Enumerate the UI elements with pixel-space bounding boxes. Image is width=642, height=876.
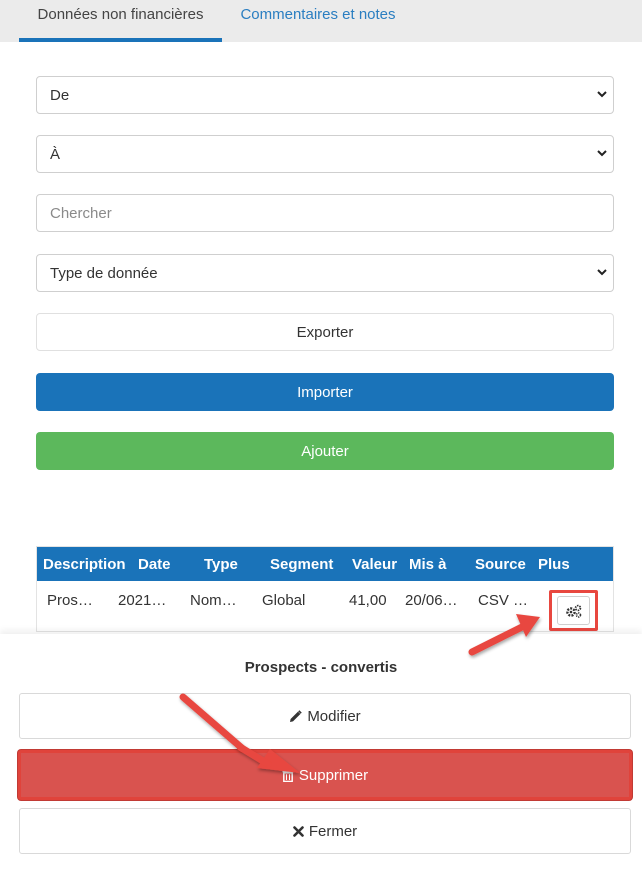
data-type-select[interactable]: Type de donnée xyxy=(36,254,614,292)
cell-date: 2021… xyxy=(118,592,167,609)
tabs-bar: Données non financières Commentaires et … xyxy=(0,0,642,42)
row-actions-button[interactable] xyxy=(549,590,598,631)
to-select[interactable]: À xyxy=(36,135,614,173)
tab-non-financial-data[interactable]: Données non financières xyxy=(19,0,222,42)
import-button[interactable]: Importer xyxy=(36,373,614,411)
cell-description: Pros… xyxy=(47,592,93,609)
header-source: Source xyxy=(475,555,526,573)
modify-button[interactable]: Modifier xyxy=(19,693,631,739)
to-select-value: À xyxy=(50,145,61,163)
table-row[interactable]: Pros… 2021… Nom… Global 41,00 20/06… CSV… xyxy=(37,581,613,631)
chevron-down-icon xyxy=(597,150,607,157)
header-more: Plus xyxy=(538,555,570,573)
close-icon xyxy=(293,825,304,837)
cell-segment: Global xyxy=(262,592,306,609)
close-button[interactable]: Fermer xyxy=(19,808,631,854)
modify-label: Modifier xyxy=(307,707,361,725)
header-value: Valeur xyxy=(352,555,398,573)
from-select-value: De xyxy=(50,86,70,104)
cell-source: CSV … xyxy=(478,592,529,609)
import-label: Importer xyxy=(297,383,353,401)
export-label: Exporter xyxy=(296,323,354,341)
cell-value: 41,00 xyxy=(349,592,387,609)
data-type-select-value: Type de donnée xyxy=(50,264,158,282)
row-actions-inner xyxy=(557,596,590,625)
search-input[interactable] xyxy=(50,195,613,231)
trash-icon xyxy=(282,768,294,782)
header-updated: Mis à xyxy=(409,555,447,573)
search-field[interactable] xyxy=(36,194,614,232)
action-sheet-title: Prospects - convertis xyxy=(244,659,398,676)
tab-comments-notes[interactable]: Commentaires et notes xyxy=(222,0,414,42)
chevron-down-icon xyxy=(597,269,607,276)
delete-label: Supprimer xyxy=(298,766,369,784)
header-type: Type xyxy=(204,555,238,573)
header-date: Date xyxy=(138,555,171,573)
gears-icon xyxy=(565,604,581,618)
table-header: Description Date Type Segment Valeur Mis… xyxy=(37,547,613,581)
cell-updated: 20/06… xyxy=(405,592,458,609)
chevron-down-icon xyxy=(597,91,607,98)
tab-label: Données non financières xyxy=(37,6,204,23)
from-select[interactable]: De xyxy=(36,76,614,114)
cell-type: Nom… xyxy=(190,592,237,609)
tab-label: Commentaires et notes xyxy=(240,6,396,23)
pencil-icon xyxy=(290,709,303,722)
export-button[interactable]: Exporter xyxy=(36,313,614,351)
add-label: Ajouter xyxy=(301,442,349,460)
header-segment: Segment xyxy=(270,555,334,573)
add-button[interactable]: Ajouter xyxy=(36,432,614,470)
close-label: Fermer xyxy=(308,822,358,840)
data-table: Description Date Type Segment Valeur Mis… xyxy=(36,546,614,632)
header-description: Description xyxy=(43,555,126,573)
delete-button[interactable]: Supprimer xyxy=(18,750,632,800)
